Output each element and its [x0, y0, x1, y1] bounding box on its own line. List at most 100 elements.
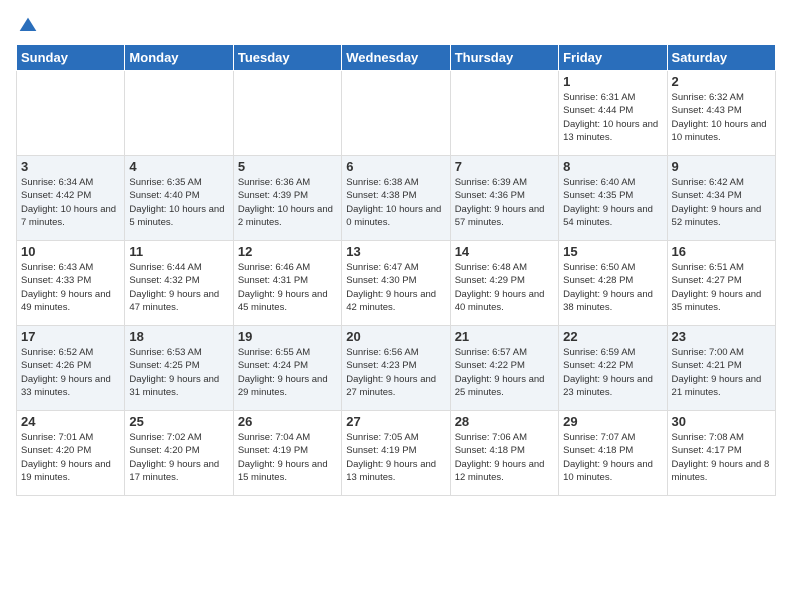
calendar-day-cell: 8 Sunrise: 6:40 AMSunset: 4:35 PMDaylight…: [559, 156, 667, 241]
day-number: 8: [563, 159, 662, 174]
day-number: 9: [672, 159, 771, 174]
calendar-day-cell: 26 Sunrise: 7:04 AMSunset: 4:19 PMDayligh…: [233, 411, 341, 496]
day-info: Sunrise: 6:51 AMSunset: 4:27 PMDaylight:…: [672, 261, 771, 314]
day-number: 24: [21, 414, 120, 429]
day-info: Sunrise: 7:04 AMSunset: 4:19 PMDaylight:…: [238, 431, 337, 484]
day-info: Sunrise: 7:07 AMSunset: 4:18 PMDaylight:…: [563, 431, 662, 484]
calendar-day-cell: 9 Sunrise: 6:42 AMSunset: 4:34 PMDaylight…: [667, 156, 775, 241]
calendar-empty-cell: [125, 71, 233, 156]
day-number: 18: [129, 329, 228, 344]
calendar-day-cell: 13Sunrise: 6:47 AMSunset: 4:30 PMDayligh…: [342, 241, 450, 326]
day-info: Sunrise: 6:31 AMSunset: 4:44 PMDaylight:…: [563, 91, 662, 144]
weekday-header-saturday: Saturday: [667, 45, 775, 71]
day-info: Sunrise: 7:08 AMSunset: 4:17 PMDaylight:…: [672, 431, 771, 484]
day-info: Sunrise: 6:56 AMSunset: 4:23 PMDaylight:…: [346, 346, 445, 399]
calendar-day-cell: 7Sunrise: 6:39 AMSunset: 4:36 PMDaylight…: [450, 156, 558, 241]
day-info: Sunrise: 6:32 AMSunset: 4:43 PMDaylight:…: [672, 91, 771, 144]
calendar-week-row: 1Sunrise: 6:31 AMSunset: 4:44 PMDaylight…: [17, 71, 776, 156]
day-info: Sunrise: 6:34 AMSunset: 4:42 PMDaylight:…: [21, 176, 120, 229]
calendar-day-cell: 30 Sunrise: 7:08 AMSunset: 4:17 PMDayligh…: [667, 411, 775, 496]
weekday-header-row: SundayMondayTuesdayWednesdayThursdayFrid…: [17, 45, 776, 71]
day-number: 23: [672, 329, 771, 344]
calendar-empty-cell: [17, 71, 125, 156]
day-info: Sunrise: 7:05 AMSunset: 4:19 PMDaylight:…: [346, 431, 445, 484]
day-number: 4: [129, 159, 228, 174]
calendar-week-row: 10 Sunrise: 6:43 AMSunset: 4:33 PMDayligh…: [17, 241, 776, 326]
logo: [16, 16, 38, 36]
day-info: Sunrise: 6:35 AMSunset: 4:40 PMDaylight:…: [129, 176, 228, 229]
day-info: Sunrise: 6:48 AMSunset: 4:29 PMDaylight:…: [455, 261, 554, 314]
day-info: Sunrise: 7:02 AMSunset: 4:20 PMDaylight:…: [129, 431, 228, 484]
calendar-day-cell: 6 Sunrise: 6:38 AMSunset: 4:38 PMDaylight…: [342, 156, 450, 241]
day-number: 2: [672, 74, 771, 89]
calendar-day-cell: 28Sunrise: 7:06 AMSunset: 4:18 PMDayligh…: [450, 411, 558, 496]
day-info: Sunrise: 6:57 AMSunset: 4:22 PMDaylight:…: [455, 346, 554, 399]
day-number: 15: [563, 244, 662, 259]
weekday-header-friday: Friday: [559, 45, 667, 71]
calendar-week-row: 17Sunrise: 6:52 AMSunset: 4:26 PMDayligh…: [17, 326, 776, 411]
calendar-day-cell: 16 Sunrise: 6:51 AMSunset: 4:27 PMDayligh…: [667, 241, 775, 326]
day-info: Sunrise: 6:43 AMSunset: 4:33 PMDaylight:…: [21, 261, 120, 314]
day-number: 29: [563, 414, 662, 429]
day-info: Sunrise: 6:47 AMSunset: 4:30 PMDaylight:…: [346, 261, 445, 314]
day-number: 26: [238, 414, 337, 429]
calendar-empty-cell: [233, 71, 341, 156]
weekday-header-wednesday: Wednesday: [342, 45, 450, 71]
weekday-header-monday: Monday: [125, 45, 233, 71]
calendar-week-row: 24 Sunrise: 7:01 AMSunset: 4:20 PMDayligh…: [17, 411, 776, 496]
day-info: Sunrise: 7:06 AMSunset: 4:18 PMDaylight:…: [455, 431, 554, 484]
day-number: 21: [455, 329, 554, 344]
calendar-day-cell: 10 Sunrise: 6:43 AMSunset: 4:33 PMDayligh…: [17, 241, 125, 326]
day-number: 19: [238, 329, 337, 344]
calendar-day-cell: 17Sunrise: 6:52 AMSunset: 4:26 PMDayligh…: [17, 326, 125, 411]
day-number: 10: [21, 244, 120, 259]
page-header: [16, 16, 776, 36]
day-number: 6: [346, 159, 445, 174]
calendar-day-cell: 18 Sunrise: 6:53 AMSunset: 4:25 PMDayligh…: [125, 326, 233, 411]
calendar-week-row: 3 Sunrise: 6:34 AMSunset: 4:42 PMDaylight…: [17, 156, 776, 241]
day-number: 16: [672, 244, 771, 259]
day-info: Sunrise: 7:01 AMSunset: 4:20 PMDaylight:…: [21, 431, 120, 484]
calendar-day-cell: 4 Sunrise: 6:35 AMSunset: 4:40 PMDaylight…: [125, 156, 233, 241]
logo-icon: [18, 16, 38, 36]
calendar-day-cell: 12Sunrise: 6:46 AMSunset: 4:31 PMDayligh…: [233, 241, 341, 326]
day-number: 22: [563, 329, 662, 344]
day-number: 7: [455, 159, 554, 174]
day-info: Sunrise: 6:53 AMSunset: 4:25 PMDaylight:…: [129, 346, 228, 399]
day-info: Sunrise: 6:46 AMSunset: 4:31 PMDaylight:…: [238, 261, 337, 314]
calendar-table: SundayMondayTuesdayWednesdayThursdayFrid…: [16, 44, 776, 496]
calendar-day-cell: 22 Sunrise: 6:59 AMSunset: 4:22 PMDayligh…: [559, 326, 667, 411]
day-number: 3: [21, 159, 120, 174]
day-info: Sunrise: 6:40 AMSunset: 4:35 PMDaylight:…: [563, 176, 662, 229]
day-info: Sunrise: 7:00 AMSunset: 4:21 PMDaylight:…: [672, 346, 771, 399]
day-info: Sunrise: 6:44 AMSunset: 4:32 PMDaylight:…: [129, 261, 228, 314]
calendar-day-cell: 11 Sunrise: 6:44 AMSunset: 4:32 PMDayligh…: [125, 241, 233, 326]
day-number: 30: [672, 414, 771, 429]
weekday-header-sunday: Sunday: [17, 45, 125, 71]
calendar-day-cell: 29 Sunrise: 7:07 AMSunset: 4:18 PMDayligh…: [559, 411, 667, 496]
day-info: Sunrise: 6:38 AMSunset: 4:38 PMDaylight:…: [346, 176, 445, 229]
day-info: Sunrise: 6:42 AMSunset: 4:34 PMDaylight:…: [672, 176, 771, 229]
calendar-day-cell: 25 Sunrise: 7:02 AMSunset: 4:20 PMDayligh…: [125, 411, 233, 496]
calendar-day-cell: 24 Sunrise: 7:01 AMSunset: 4:20 PMDayligh…: [17, 411, 125, 496]
day-number: 11: [129, 244, 228, 259]
day-info: Sunrise: 6:50 AMSunset: 4:28 PMDaylight:…: [563, 261, 662, 314]
day-number: 5: [238, 159, 337, 174]
calendar-day-cell: 3 Sunrise: 6:34 AMSunset: 4:42 PMDaylight…: [17, 156, 125, 241]
calendar-day-cell: 23 Sunrise: 7:00 AMSunset: 4:21 PMDayligh…: [667, 326, 775, 411]
calendar-day-cell: 14Sunrise: 6:48 AMSunset: 4:29 PMDayligh…: [450, 241, 558, 326]
day-info: Sunrise: 6:52 AMSunset: 4:26 PMDaylight:…: [21, 346, 120, 399]
weekday-header-tuesday: Tuesday: [233, 45, 341, 71]
day-number: 25: [129, 414, 228, 429]
day-info: Sunrise: 6:59 AMSunset: 4:22 PMDaylight:…: [563, 346, 662, 399]
calendar-day-cell: 21 Sunrise: 6:57 AMSunset: 4:22 PMDayligh…: [450, 326, 558, 411]
day-number: 20: [346, 329, 445, 344]
day-info: Sunrise: 6:55 AMSunset: 4:24 PMDaylight:…: [238, 346, 337, 399]
calendar-day-cell: 20 Sunrise: 6:56 AMSunset: 4:23 PMDayligh…: [342, 326, 450, 411]
calendar-empty-cell: [342, 71, 450, 156]
calendar-day-cell: 19 Sunrise: 6:55 AMSunset: 4:24 PMDayligh…: [233, 326, 341, 411]
day-number: 27: [346, 414, 445, 429]
day-info: Sunrise: 6:36 AMSunset: 4:39 PMDaylight:…: [238, 176, 337, 229]
calendar-day-cell: 2 Sunrise: 6:32 AMSunset: 4:43 PMDaylight…: [667, 71, 775, 156]
calendar-day-cell: 1Sunrise: 6:31 AMSunset: 4:44 PMDaylight…: [559, 71, 667, 156]
